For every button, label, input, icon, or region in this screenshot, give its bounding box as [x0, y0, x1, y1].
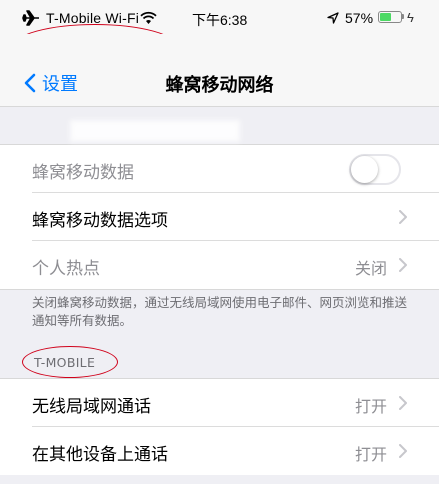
section-header-tmobile: T-MOBILE [34, 355, 96, 370]
personal-hotspot-label: 个人热点 [32, 259, 100, 279]
battery-tip [402, 14, 404, 19]
cellular-data-toggle[interactable] [349, 154, 401, 185]
chevron-right-icon [399, 396, 407, 410]
cellular-footnote: 关闭蜂窝移动数据，通过无线局域网使用电子邮件、网页浏览和推送通知等所有数据。 [32, 295, 408, 328]
page-title: 蜂窝移动网络 [165, 75, 274, 96]
ios-settings-screen: T-Mobile Wi-Fi 下午6:38 57% ϟ 设置 蜂窝移动网络 蜂窝… [0, 0, 439, 484]
carrier-label: T-Mobile Wi-Fi [46, 10, 140, 26]
status-bar: T-Mobile Wi-Fi 下午6:38 57% ϟ [0, 0, 439, 34]
battery-fill [380, 13, 391, 21]
chevron-right-icon [399, 210, 407, 224]
personal-hotspot-value: 关闭 [354, 259, 387, 278]
wifi-icon [140, 11, 157, 24]
redaction-smudge [70, 120, 240, 142]
battery-icon [378, 11, 402, 23]
calls-on-other-devices-value: 打开 [354, 445, 387, 464]
cellular-data-row: 蜂窝移动数据 [0, 145, 439, 193]
cellular-settings-group: 蜂窝移动数据 蜂窝移动数据选项 个人热点 关闭 [0, 144, 439, 290]
calls-on-other-devices-row[interactable]: 在其他设备上通话 打开 [0, 427, 439, 475]
charging-bolt-icon: ϟ [407, 10, 414, 25]
personal-hotspot-row[interactable]: 个人热点 关闭 [0, 241, 439, 289]
location-icon [327, 12, 339, 24]
toggle-knob [351, 156, 378, 183]
wifi-calling-row[interactable]: 无线局域网通话 打开 [0, 379, 439, 427]
tmobile-settings-group: 无线局域网通话 打开 在其他设备上通话 打开 [0, 378, 439, 475]
chevron-right-icon [399, 258, 407, 272]
chevron-right-icon [399, 444, 407, 458]
calls-on-other-devices-label: 在其他设备上通话 [32, 445, 168, 465]
status-time: 下午6:38 [192, 12, 248, 28]
battery-percent: 57% [345, 10, 374, 26]
wifi-calling-label: 无线局域网通话 [32, 397, 151, 417]
cellular-data-options-row[interactable]: 蜂窝移动数据选项 [0, 193, 439, 241]
cellular-data-label: 蜂窝移动数据 [32, 163, 134, 183]
wifi-calling-value: 打开 [354, 397, 387, 416]
cellular-data-options-label: 蜂窝移动数据选项 [32, 211, 168, 231]
navigation-bar: 设置 蜂窝移动网络 [0, 34, 439, 107]
airplane-icon [22, 10, 39, 26]
